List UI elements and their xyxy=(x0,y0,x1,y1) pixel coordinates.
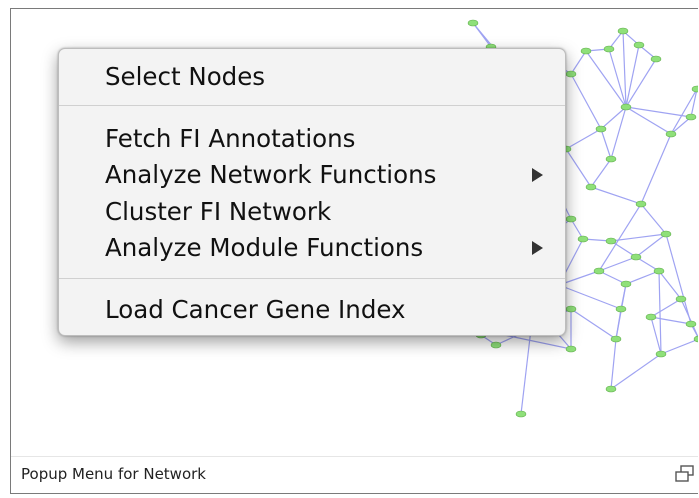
network-edge xyxy=(650,298,682,318)
network-node[interactable] xyxy=(650,55,662,63)
network-edge xyxy=(610,338,617,390)
network-node[interactable] xyxy=(565,215,577,223)
network-node[interactable] xyxy=(633,41,645,49)
menu-item-label: Select Nodes xyxy=(105,62,266,91)
popup-menu: Select Nodes Fetch FI Annotations Analyz… xyxy=(58,48,566,336)
network-edge xyxy=(660,338,698,355)
network-node[interactable] xyxy=(605,385,617,393)
network-node[interactable] xyxy=(635,200,647,208)
network-node[interactable] xyxy=(605,237,617,245)
network-edge xyxy=(590,186,642,205)
network-edge xyxy=(590,158,612,188)
network-node[interactable] xyxy=(585,183,597,191)
network-edge xyxy=(650,316,692,325)
menu-item-label: Analyze Module Functions xyxy=(105,233,424,262)
network-node[interactable] xyxy=(685,113,697,121)
caption-bar: Popup Menu for Network xyxy=(11,456,698,493)
network-edge xyxy=(608,48,627,108)
menu-item-analyze-module-functions[interactable]: Analyze Module Functions xyxy=(105,230,565,266)
network-edge xyxy=(600,128,612,160)
network-node[interactable] xyxy=(580,47,592,55)
network-node[interactable] xyxy=(693,335,698,343)
network-node[interactable] xyxy=(685,320,697,328)
network-edge xyxy=(558,284,622,310)
network-node[interactable] xyxy=(620,103,632,111)
network-node[interactable] xyxy=(565,305,577,313)
menu-item-select-nodes[interactable]: Select Nodes xyxy=(105,59,565,95)
network-edge xyxy=(472,22,492,48)
triangle-right-icon xyxy=(532,241,543,255)
network-edge xyxy=(650,316,662,355)
network-node[interactable] xyxy=(605,155,617,163)
menu-item-label: Fetch FI Annotations xyxy=(105,124,356,153)
network-edge xyxy=(670,88,698,135)
network-node[interactable] xyxy=(615,305,627,313)
menu-item-load-cancer-gene-index[interactable]: Load Cancer Gene Index xyxy=(105,292,565,328)
network-edge xyxy=(570,73,602,130)
network-node[interactable] xyxy=(655,350,667,358)
menu-item-label: Analyze Network Functions xyxy=(105,160,437,189)
network-edge xyxy=(615,308,622,340)
network-node[interactable] xyxy=(675,295,687,303)
network-node[interactable] xyxy=(515,410,527,418)
menu-separator xyxy=(59,105,565,106)
network-node[interactable] xyxy=(603,45,615,53)
network-edge xyxy=(610,106,627,160)
network-node[interactable] xyxy=(565,345,577,353)
network-edge xyxy=(565,148,592,188)
network-node[interactable] xyxy=(660,230,672,238)
menu-item-analyze-network-functions[interactable]: Analyze Network Functions xyxy=(105,157,565,193)
network-edge xyxy=(585,50,627,108)
network-edge xyxy=(570,50,587,75)
network-edge xyxy=(598,256,637,272)
network-node[interactable] xyxy=(620,280,632,288)
network-node[interactable] xyxy=(691,85,698,93)
network-node[interactable] xyxy=(665,130,677,138)
figure-caption: Popup Menu for Network xyxy=(21,465,206,483)
menu-item-cluster-fi-network[interactable]: Cluster FI Network xyxy=(105,194,565,230)
network-edge xyxy=(625,270,660,285)
network-node[interactable] xyxy=(467,19,479,27)
menu-separator xyxy=(59,278,565,279)
network-edge xyxy=(610,353,662,390)
network-edge xyxy=(640,203,667,235)
menu-item-fetch-fi-annotations[interactable]: Fetch FI Annotations xyxy=(105,121,565,157)
network-node[interactable] xyxy=(565,70,577,78)
network-edge xyxy=(665,233,692,325)
network-node[interactable] xyxy=(617,27,629,35)
network-node[interactable] xyxy=(577,235,589,243)
network-edge xyxy=(520,328,532,415)
network-edge xyxy=(620,283,627,310)
network-edge xyxy=(640,133,672,205)
network-node[interactable] xyxy=(653,267,665,275)
restore-window-icon[interactable] xyxy=(674,464,696,484)
network-node[interactable] xyxy=(645,313,657,321)
network-edge xyxy=(622,30,627,108)
network-node[interactable] xyxy=(593,267,605,275)
network-node[interactable] xyxy=(595,125,607,133)
network-node[interactable] xyxy=(490,341,502,349)
network-node[interactable] xyxy=(610,335,622,343)
menu-item-label: Load Cancer Gene Index xyxy=(105,295,406,324)
network-edge xyxy=(565,128,602,150)
triangle-right-icon xyxy=(532,168,543,182)
network-edge xyxy=(570,308,617,340)
menu-item-label: Cluster FI Network xyxy=(105,197,332,226)
network-node[interactable] xyxy=(630,253,642,261)
